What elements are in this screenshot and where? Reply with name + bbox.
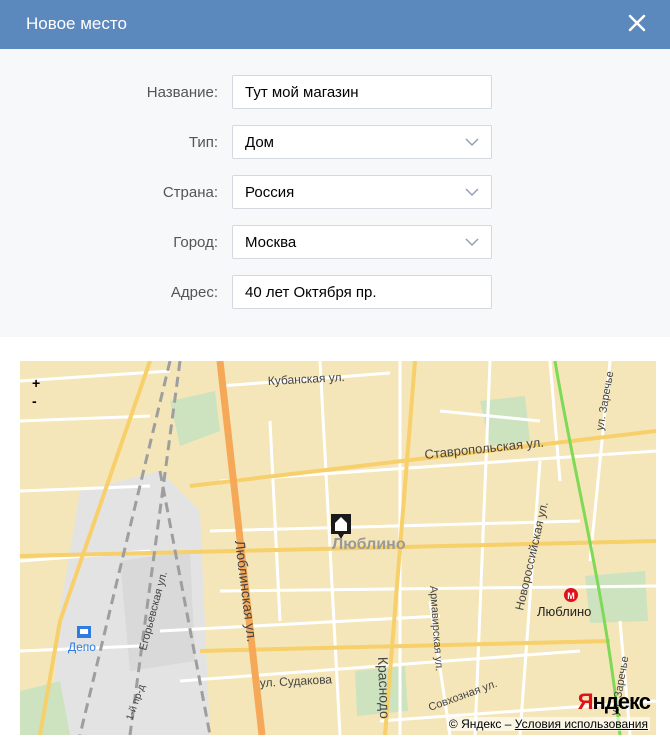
city-select[interactable]: Москва: [232, 225, 492, 259]
map-copyright: © Яндекс – Условия использования: [446, 717, 650, 731]
name-row: Название: Тут мой магазин: [0, 75, 670, 111]
terms-link[interactable]: Условия использования: [515, 717, 648, 731]
chevron-down-icon: [465, 188, 479, 197]
country-value: Россия: [245, 184, 295, 201]
name-label: Название:: [146, 84, 218, 101]
zoom-out-button[interactable]: -: [32, 393, 37, 409]
type-select[interactable]: Дом: [232, 125, 492, 159]
type-label: Тип:: [188, 134, 218, 151]
metro-icon: M: [564, 588, 578, 602]
depot-icon: [77, 626, 91, 638]
map-section: M Кубанская ул. Ставропольская ул. Любли…: [0, 337, 670, 749]
copyright-text: © Яндекс –: [448, 717, 512, 731]
country-row: Страна: Россия: [0, 175, 670, 211]
dialog-header: Новое место: [0, 0, 670, 49]
close-icon[interactable]: [622, 8, 652, 38]
map-view[interactable]: M Кубанская ул. Ставропольская ул. Любли…: [20, 361, 656, 735]
map-canvas: M: [20, 361, 656, 735]
name-value: Тут мой магазин: [245, 84, 359, 101]
zoom-in-button[interactable]: +: [32, 375, 40, 391]
type-value: Дом: [245, 134, 274, 151]
name-input[interactable]: Тут мой магазин: [232, 75, 492, 109]
address-label: Адрес:: [170, 284, 218, 301]
country-select[interactable]: Россия: [232, 175, 492, 209]
place-form: Название: Тут мой магазин Тип: Дом Стран…: [0, 49, 670, 337]
address-input[interactable]: 40 лет Октября пр.: [232, 275, 492, 309]
chevron-down-icon: [465, 238, 479, 247]
svg-text:M: M: [567, 591, 575, 601]
type-row: Тип: Дом: [0, 125, 670, 161]
yandex-logo: Яндекс: [577, 689, 651, 714]
address-value: 40 лет Октября пр.: [245, 284, 377, 301]
city-label: Город:: [173, 234, 218, 251]
city-row: Город: Москва: [0, 225, 670, 261]
dialog-title: Новое место: [26, 14, 127, 33]
city-value: Москва: [245, 234, 297, 251]
chevron-down-icon: [465, 138, 479, 147]
address-row: Адрес: 40 лет Октября пр.: [0, 275, 670, 311]
country-label: Страна:: [162, 184, 218, 201]
